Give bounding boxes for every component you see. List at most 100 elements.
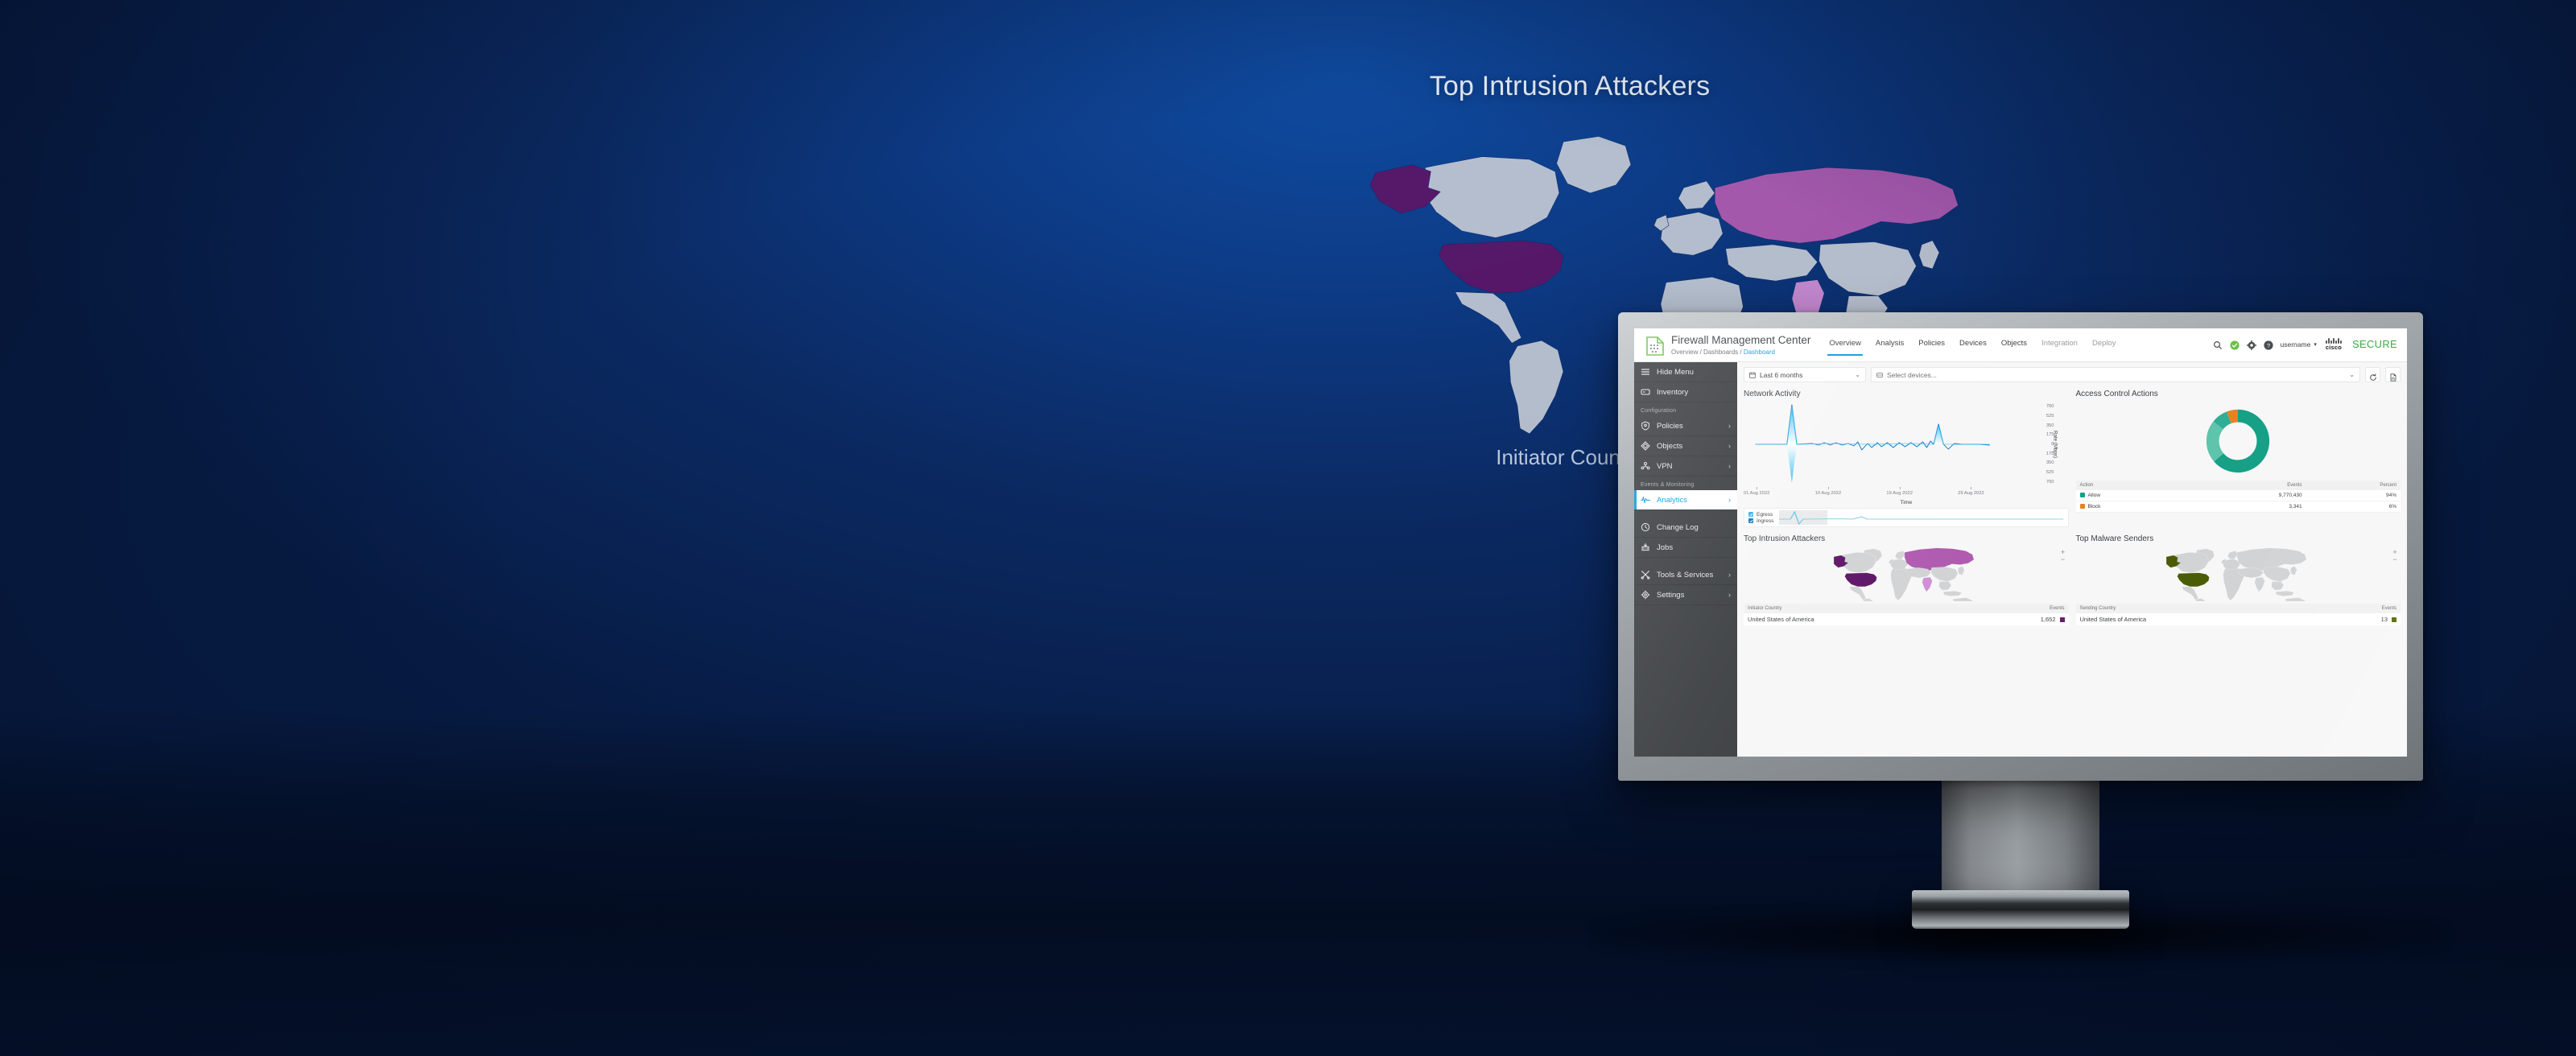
time-range-select[interactable]: Last 6 months ⌄: [1744, 367, 1866, 382]
y-tick: 525: [2035, 470, 2054, 475]
nav-item-analysis[interactable]: Analysis: [1868, 336, 1911, 356]
table-row[interactable]: Allow 9,770,430 94%: [2076, 490, 2401, 501]
objects-icon: [1641, 441, 1650, 451]
cell-percent-allow: 94%: [2306, 490, 2401, 501]
sidebar-item-hide-menu[interactable]: Hide Menu: [1634, 362, 1737, 382]
table-row[interactable]: United States of America 13: [2076, 613, 2401, 625]
x-tick: 29 Aug 2022: [1958, 491, 1984, 496]
map-zoom-in-button[interactable]: +: [2392, 549, 2398, 555]
sidebar-label-hide-menu: Hide Menu: [1657, 368, 1731, 377]
checkbox-egress[interactable]: [1748, 512, 1753, 517]
column-sending-country: Sending Country: [2076, 604, 2322, 613]
sidebar-item-objects[interactable]: Objects ›: [1634, 436, 1737, 456]
cell-country: United States of America: [1744, 613, 1971, 625]
legend-item-ingress[interactable]: Ingress: [1748, 518, 1773, 524]
refresh-button[interactable]: [2365, 367, 2380, 382]
map-zoom-out-button[interactable]: −: [2060, 556, 2066, 563]
table-row[interactable]: United States of America 1,652: [1744, 613, 2069, 625]
legend-item-egress[interactable]: Egress: [1748, 512, 1773, 518]
card-title-network-activity: Network Activity: [1744, 390, 2069, 398]
nav-item-overview[interactable]: Overview: [1822, 336, 1868, 356]
cisco-bars: [2326, 337, 2342, 344]
status-ok-icon[interactable]: [2230, 340, 2240, 349]
sidebar-divider: [1634, 558, 1737, 565]
device-select-placeholder: Select devices...: [1887, 371, 1937, 379]
map-zoom-in-button[interactable]: +: [2060, 549, 2066, 555]
chevron-down-icon[interactable]: ▾: [2314, 341, 2317, 348]
vpn-icon: [1641, 461, 1650, 471]
pulse-icon: [1641, 495, 1650, 505]
card-top-intrusion-attackers: Top Intrusion Attackers: [1744, 534, 2069, 625]
report-button[interactable]: [2385, 367, 2401, 382]
sidebar-item-change-log[interactable]: Change Log: [1634, 518, 1737, 538]
table-row[interactable]: Block 3,341 6%: [2076, 501, 2401, 513]
tools-icon: [1641, 570, 1650, 580]
table-header-row: Initiator Country Events: [1744, 604, 2069, 613]
cell-action: Block: [2076, 501, 2186, 513]
nav-item-devices[interactable]: Devices: [1952, 336, 1994, 356]
cell-percent-block: 6%: [2306, 501, 2401, 513]
screen: Firewall Management Center Overview / Da…: [1634, 328, 2407, 757]
column-events: Events: [1971, 604, 2068, 613]
checkbox-ingress[interactable]: [1748, 518, 1753, 523]
y-tick: 700: [2035, 404, 2054, 409]
x-tick: 19 Aug 2022: [1886, 491, 1913, 496]
device-icon: [1876, 372, 1883, 378]
map-zoom-out-button[interactable]: −: [2392, 556, 2398, 563]
column-events: Events: [2322, 604, 2401, 613]
cell-events-allow: 9,770,430: [2186, 490, 2306, 501]
y-tick: 0: [2035, 442, 2054, 447]
chevron-right-icon: ›: [1728, 571, 1731, 579]
chevron-right-icon: ›: [1728, 496, 1731, 504]
gear-icon[interactable]: [2247, 340, 2256, 349]
sidebar-item-tools-services[interactable]: Tools & Services ›: [1634, 565, 1737, 585]
sidebar-item-analytics[interactable]: Analytics ›: [1634, 490, 1737, 510]
intrusion-attackers-map[interactable]: + −: [1744, 547, 2069, 601]
sidebar-label-vpn: VPN: [1657, 462, 1722, 471]
breadcrumb-sep-1: /: [1698, 349, 1703, 356]
cell-action: Allow: [2076, 490, 2186, 501]
breadcrumb-dashboards[interactable]: Dashboards: [1703, 349, 1738, 356]
cell-events: 1,652: [1971, 613, 2068, 625]
network-activity-plot: [1744, 402, 2069, 487]
card-access-control-actions: Access Control Actions: [2076, 390, 2401, 527]
sidebar-label-jobs: Jobs: [1657, 543, 1731, 552]
secure-wordmark: SECURE: [2352, 338, 2397, 350]
search-icon[interactable]: [2213, 340, 2223, 349]
legend-brush-spark[interactable]: [1779, 510, 2063, 525]
malware-senders-map[interactable]: + −: [2076, 547, 2401, 601]
help-icon[interactable]: ?: [2264, 340, 2273, 349]
sidebar-item-settings[interactable]: Settings ›: [1634, 585, 1737, 605]
shield-icon: [1641, 421, 1650, 431]
y-axis: 700 525 350 175 0 175 350 525 700: [2035, 402, 2054, 487]
app-title: Firewall Management Center: [1671, 334, 1810, 346]
username-label[interactable]: username: [2281, 340, 2311, 349]
network-activity-chart: 700 525 350 175 0 175 350 525 700: [1744, 402, 2069, 487]
nav-item-policies[interactable]: Policies: [1911, 336, 1952, 356]
nav-item-integration[interactable]: Integration: [2034, 336, 2085, 356]
breadcrumb-dashboard[interactable]: Dashboard: [1744, 349, 1775, 356]
sidebar: Hide Menu Inventory Configuration Pol: [1634, 362, 1737, 757]
breadcrumb-overview[interactable]: Overview: [1671, 349, 1698, 356]
nav-item-deploy[interactable]: Deploy: [2085, 336, 2124, 356]
card-title-access-control-actions: Access Control Actions: [2076, 390, 2401, 398]
sidebar-item-inventory[interactable]: Inventory: [1634, 382, 1737, 402]
table-header-row: Sending Country Events: [2076, 604, 2401, 613]
y-tick: 350: [2035, 460, 2054, 465]
monitor-stand-neck: [1942, 779, 2099, 900]
cell-country: United States of America: [2076, 613, 2322, 625]
content-area: Last 6 months ⌄ Select devices... ⌄: [1737, 362, 2407, 757]
monitor-stand-base: [1912, 890, 2129, 929]
card-top-malware-senders: Top Malware Senders: [2076, 534, 2401, 625]
sidebar-item-vpn[interactable]: VPN ›: [1634, 456, 1737, 476]
column-percent: Percent: [2306, 481, 2401, 490]
sidebar-item-jobs[interactable]: Jobs: [1634, 538, 1737, 558]
x-tick: 10 Aug 2022: [1815, 491, 1842, 496]
nav-item-objects[interactable]: Objects: [1994, 336, 2034, 356]
chevron-down-icon: ⌄: [2349, 371, 2355, 378]
sidebar-item-policies[interactable]: Policies ›: [1634, 416, 1737, 436]
dashboard-grid: Network Activity: [1744, 390, 2401, 625]
device-select[interactable]: Select devices... ⌄: [1871, 367, 2360, 382]
color-swatch-country: [2060, 617, 2065, 622]
chevron-right-icon: ›: [1728, 591, 1731, 599]
